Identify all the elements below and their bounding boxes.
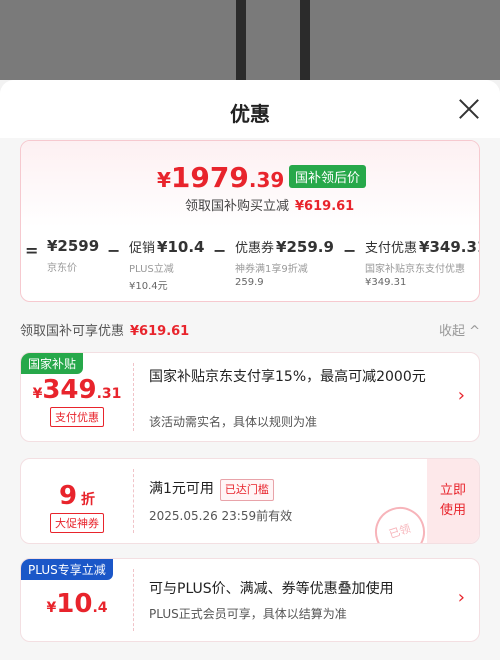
card-desc: 该活动需实名，具体以规则为准 (149, 415, 318, 429)
card-price-int: 9 (58, 481, 78, 511)
breakdown-label: 支付优惠 (365, 241, 418, 256)
claim-amount: ¥619.61 (295, 199, 355, 214)
coupon-card-discount[interactable]: 9折 大促神券 满1元可用 已达门槛 2025.05.26 23:59前有效 已领… (20, 458, 480, 544)
discount-sheet: 优惠 ¥1979.39 国补领后价 领取国补购买立减 ¥619.61 = ¥259… (0, 80, 500, 660)
card-price-int: 10 (56, 589, 93, 619)
card-divider (133, 363, 134, 431)
card-divider (133, 569, 134, 631)
equals-operator: = (25, 241, 39, 260)
breakdown-main: 支付优惠¥349.31 (365, 237, 479, 256)
card-price-dec: .31 (96, 386, 122, 402)
summary-header: ¥1979.39 国补领后价 领取国补购买立减 ¥619.61 (21, 141, 479, 227)
final-price-yen: ¥ (157, 168, 171, 192)
claimed-stamp: 已领 (368, 500, 432, 543)
background-page (0, 0, 500, 80)
card-title: 满1元可用 已达门槛 (149, 479, 274, 501)
card-desc: PLUS正式会员可享，具体以结算为准 (149, 607, 347, 621)
card-price-unit: 折 (81, 492, 96, 508)
claim-row-label: 领取国补可享优惠 (20, 324, 125, 339)
breakdown-main: 优惠券 ¥259.9 (235, 237, 334, 256)
card-title: 可与PLUS价、满减、券等优惠叠加使用 (149, 581, 394, 597)
claim-row-text: 领取国补可享优惠 ¥619.61 (20, 320, 189, 339)
breakdown-sub2: ¥349.31 (365, 277, 407, 288)
coupon-card-plus[interactable]: PLUS专享立减 ¥10.4 可与PLUS价、满减、券等优惠叠加使用 PLUS正… (20, 558, 480, 642)
price-summary-panel: ¥1979.39 国补领后价 领取国补购买立减 ¥619.61 = ¥2599 京… (20, 140, 480, 302)
claim-line: 领取国补购买立减 ¥619.61 (185, 195, 354, 214)
breakdown-label: 优惠券 (235, 241, 275, 256)
breakdown-sub: 国家补贴京东支付优惠 (365, 264, 465, 275)
use-now-button[interactable]: 立即 使用 (427, 459, 479, 543)
collapse-button[interactable]: 收起 ^ (439, 320, 480, 339)
coupon-card-national-subsidy[interactable]: 国家补贴 ¥349.31 支付优惠 国家补贴京东支付享15%，最高可减2000元… (20, 352, 480, 442)
card-price-area: ¥10.4 (21, 559, 133, 641)
card-price-int: 349 (42, 375, 97, 405)
breakdown-sub: 神券满1享9折减 (235, 264, 308, 275)
sheet-header: 优惠 (0, 80, 500, 138)
card-price: 9折 (21, 481, 133, 511)
breakdown-value: ¥349.31 (419, 238, 479, 256)
use-now-line1: 立即 (439, 483, 466, 498)
use-now-line2: 使用 (439, 503, 466, 518)
card-price-area: ¥349.31 支付优惠 (21, 353, 133, 441)
breakdown-sub: 京东价 (47, 263, 77, 274)
final-price-badge: 国补领后价 (289, 165, 367, 188)
close-icon[interactable] (456, 96, 482, 122)
breakdown-label: 促销 (129, 241, 156, 256)
card-divider (133, 469, 134, 533)
claim-row-amount: ¥619.61 (130, 324, 190, 339)
breakdown-main: 促销 ¥10.4 (129, 237, 204, 256)
chevron-right-icon[interactable]: › (458, 385, 465, 406)
card-price-yen: ¥ (46, 600, 57, 616)
chevron-right-icon[interactable]: › (458, 587, 465, 608)
breakdown-value: ¥259.9 (276, 238, 334, 256)
breakdown-item-jd-price: ¥2599 京东价 (47, 237, 99, 274)
threshold-badge: 已达门槛 (219, 479, 274, 501)
card-badge: 大促神券 (50, 513, 104, 533)
card-title: 国家补贴京东支付享15%，最高可减2000元 (149, 369, 426, 385)
final-price-int: 1979 (170, 161, 249, 194)
breakdown-item-coupon: 优惠券 ¥259.9 神券满1享9折减 259.9 (235, 237, 334, 288)
breakdown-item-promo: 促销 ¥10.4 PLUS立减 ¥10.4元 (129, 237, 204, 292)
card-price-area: 9折 大促神券 (21, 459, 133, 543)
price-breakdown: = ¥2599 京东价 − 促销 ¥10.4 PLUS立减 ¥10.4元 − 优惠… (21, 237, 479, 297)
breakdown-sub2: ¥10.4元 (129, 281, 168, 292)
final-price: ¥1979.39 (157, 161, 284, 194)
card-title-text: 满1元可用 (149, 481, 214, 497)
minus-operator: − (343, 241, 357, 260)
breakdown-item-payment: 支付优惠¥349.31 国家补贴京东支付优惠 ¥349.31 (365, 237, 479, 288)
card-price: ¥10.4 (21, 589, 133, 619)
breakdown-value: ¥10.4 (157, 238, 205, 256)
minus-operator: − (213, 241, 227, 260)
card-price-yen: ¥ (32, 386, 43, 402)
card-price: ¥349.31 (21, 375, 133, 405)
card-badge: 支付优惠 (50, 407, 104, 427)
use-now-label: 立即 使用 (427, 459, 479, 521)
breakdown-value: ¥2599 (47, 237, 100, 255)
sheet-title: 优惠 (230, 102, 270, 126)
claim-row: 领取国补可享优惠 ¥619.61 收起 ^ (20, 318, 480, 339)
card-desc: 2025.05.26 23:59前有效 (149, 509, 293, 523)
claim-text: 领取国补购买立减 (185, 199, 290, 214)
final-price-dec: .39 (248, 168, 285, 192)
background-bar (300, 0, 310, 80)
background-bar (236, 0, 246, 80)
minus-operator: − (107, 241, 121, 260)
card-price-dec: .4 (92, 600, 108, 616)
breakdown-sub: PLUS立减 (129, 264, 174, 275)
breakdown-sub2: 259.9 (235, 277, 264, 288)
